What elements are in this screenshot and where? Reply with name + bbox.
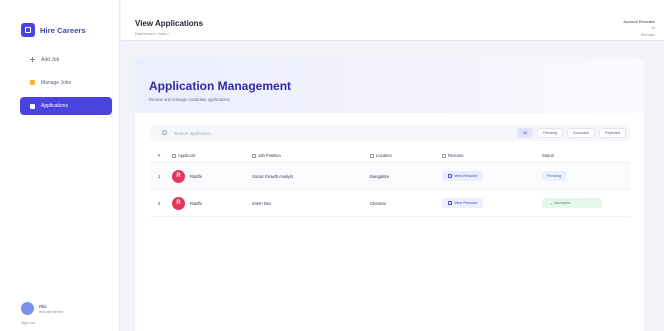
briefcase-icon: [252, 153, 256, 158]
row-index: 1: [158, 173, 161, 179]
column-header-resume: Resume: [442, 153, 542, 158]
row-index: 2: [158, 200, 161, 206]
panel-subtitle: Review and manage candidate applications: [149, 97, 230, 102]
status-cell: ✓ Accepted: [542, 198, 630, 208]
topbar: View Applications Dashboard / Jobs / Acc…: [121, 0, 664, 41]
resume-cell: View Resume: [442, 198, 542, 208]
applicant-cell: R Riddhi: [172, 196, 252, 210]
document-icon: [448, 201, 452, 205]
location-icon: [370, 153, 374, 158]
applicant-cell: R Riddhi: [172, 169, 252, 183]
filter-accepted-button[interactable]: Accepted: [567, 128, 595, 138]
folder-icon: [30, 80, 35, 85]
panel-header: Application Management Review and manage…: [135, 57, 644, 113]
column-header-index: #: [158, 153, 161, 158]
avatar: [21, 302, 34, 315]
sidebar-user[interactable]: Riki recruiter@hire: [21, 302, 63, 315]
sidebar-item-label: Add Job: [41, 56, 60, 63]
search-input[interactable]: [174, 128, 374, 138]
table-row[interactable]: 2 R Riddhi Intern Dev Chennai View Resum…: [150, 190, 630, 217]
filter-pending-button[interactable]: Pending: [537, 128, 564, 138]
document-icon: [448, 174, 452, 178]
user-email: recruiter@hire: [39, 309, 64, 314]
column-header-location: Location: [370, 153, 442, 158]
table-row[interactable]: 1 R Riddhi Social Growth Analyst Bangalo…: [150, 163, 630, 190]
location: Bangalore: [370, 173, 390, 179]
brand[interactable]: Hire Careers: [21, 23, 86, 37]
filter-rejected-button[interactable]: Rejected: [599, 128, 626, 138]
table-header: # Applicant Job Position Location Resume…: [150, 149, 630, 163]
document-icon: [30, 103, 35, 109]
topbar-user-role: Hr: [651, 26, 655, 30]
sidebar-nav: Add Job Manage Jobs Applications: [20, 51, 112, 121]
job-position: Intern Dev: [252, 200, 272, 206]
column-header-applicant: Applicant: [172, 153, 252, 158]
search-bar: All Pending Accepted Rejected: [150, 125, 630, 141]
topbar-user-role-sub: Recruiter: [640, 33, 655, 37]
avatar: R: [172, 169, 185, 183]
filter-all-button[interactable]: All: [516, 128, 534, 138]
application-panel: Application Management Review and manage…: [135, 57, 644, 331]
applicant-name: Riddhi: [190, 200, 202, 206]
view-resume-button[interactable]: View Resume: [442, 171, 484, 181]
topbar-user-name[interactable]: Account Recruiter: [623, 19, 655, 24]
status-filters: All Pending Accepted Rejected: [516, 128, 626, 138]
signout-link[interactable]: Sign out: [21, 321, 35, 325]
sidebar-item-applications[interactable]: Applications: [20, 97, 112, 115]
search-icon: [162, 130, 167, 135]
document-icon: [442, 153, 446, 158]
applications-table: # Applicant Job Position Location Resume…: [150, 149, 630, 217]
sidebar-item-manage-jobs[interactable]: Manage Jobs: [20, 74, 112, 91]
sidebar-item-label: Manage Jobs: [41, 79, 72, 86]
column-header-position: Job Position: [252, 153, 370, 158]
location: Chennai: [370, 200, 386, 206]
user-icon: [172, 153, 176, 158]
view-resume-button[interactable]: View Resume: [442, 198, 484, 208]
sidebar-item-add-job[interactable]: Add Job: [20, 51, 112, 68]
plus-icon: [30, 57, 35, 62]
user-name: Riki: [39, 303, 47, 309]
page-title: View Applications: [135, 19, 204, 28]
column-header-status: Status: [542, 153, 554, 158]
job-position: Social Growth Analyst: [252, 173, 293, 179]
brand-name: Hire Careers: [40, 25, 86, 35]
status-badge[interactable]: ✓ Accepted: [542, 198, 602, 208]
sidebar: Hire Careers Add Job Manage Jobs Applica…: [0, 0, 120, 331]
status-cell: Pending: [542, 171, 630, 181]
panel-title: Application Management: [149, 79, 292, 93]
applicant-name: Riddhi: [190, 173, 202, 179]
sidebar-item-label: Applications: [41, 103, 68, 109]
brand-logo-icon: [21, 23, 35, 37]
status-badge[interactable]: Pending: [542, 171, 566, 181]
breadcrumb: Dashboard / Jobs /: [135, 31, 169, 36]
resume-cell: View Resume: [442, 171, 542, 181]
avatar: R: [172, 196, 185, 210]
